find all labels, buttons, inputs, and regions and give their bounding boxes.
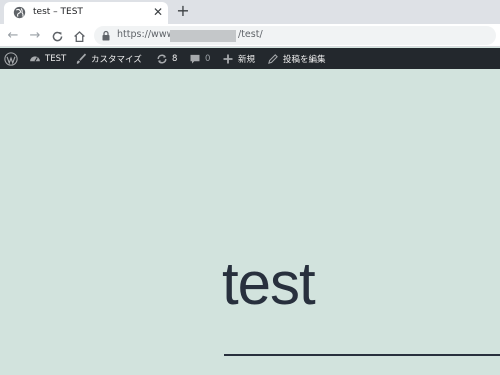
customize-link[interactable]: カスタマイズ [75, 48, 142, 69]
dashboard-icon [30, 55, 40, 62]
updates-icon [157, 54, 167, 63]
new-content-menu[interactable]: 新規 [222, 48, 255, 69]
site-name-label: TEST [45, 53, 67, 64]
reload-icon[interactable] [49, 28, 65, 44]
title-separator [224, 354, 500, 356]
comments-link[interactable]: 0 [189, 48, 210, 69]
back-arrow-icon[interactable]: ← [5, 28, 21, 44]
globe-icon [13, 6, 26, 19]
tab-title: test – TEST [33, 7, 83, 17]
edit-post-label: 投稿を編集 [283, 54, 326, 65]
address-bar[interactable]: https://www. /test/ [94, 26, 496, 45]
site-name-menu[interactable]: TEST [29, 48, 66, 69]
home-icon[interactable] [71, 28, 87, 44]
wordpress-icon [4, 51, 18, 66]
new-tab-button[interactable]: + [175, 3, 191, 19]
plus-icon [223, 54, 233, 63]
updates-count: 8 [172, 53, 178, 64]
forward-arrow-icon[interactable]: → [27, 28, 43, 44]
wp-admin-bar: TEST カスタマイズ 8 0 新規 投稿を編集 [0, 48, 500, 69]
url-redacted-block [170, 30, 236, 42]
tab-close-icon[interactable]: ✕ [151, 5, 165, 19]
post-title: test [222, 250, 316, 317]
edit-post-link[interactable]: 投稿を編集 [267, 48, 326, 69]
paintbrush-icon [76, 53, 87, 64]
browser-tab[interactable]: test – TEST ✕ [4, 2, 168, 24]
tab-strip: test – TEST ✕ + [0, 0, 500, 24]
wp-logo-button[interactable] [4, 48, 22, 69]
lock-icon[interactable] [102, 30, 110, 41]
url-suffix: /test/ [238, 29, 263, 40]
url-prefix: https://www. [117, 29, 177, 40]
new-label: 新規 [238, 54, 256, 65]
updates-link[interactable]: 8 [156, 48, 177, 69]
customize-label: カスタマイズ [91, 54, 142, 65]
page-content: test [0, 69, 500, 375]
pencil-icon [268, 53, 278, 64]
comment-icon [190, 54, 200, 63]
browser-toolbar: ← → https://www. /test/ [0, 24, 500, 47]
comments-count: 0 [205, 53, 211, 64]
